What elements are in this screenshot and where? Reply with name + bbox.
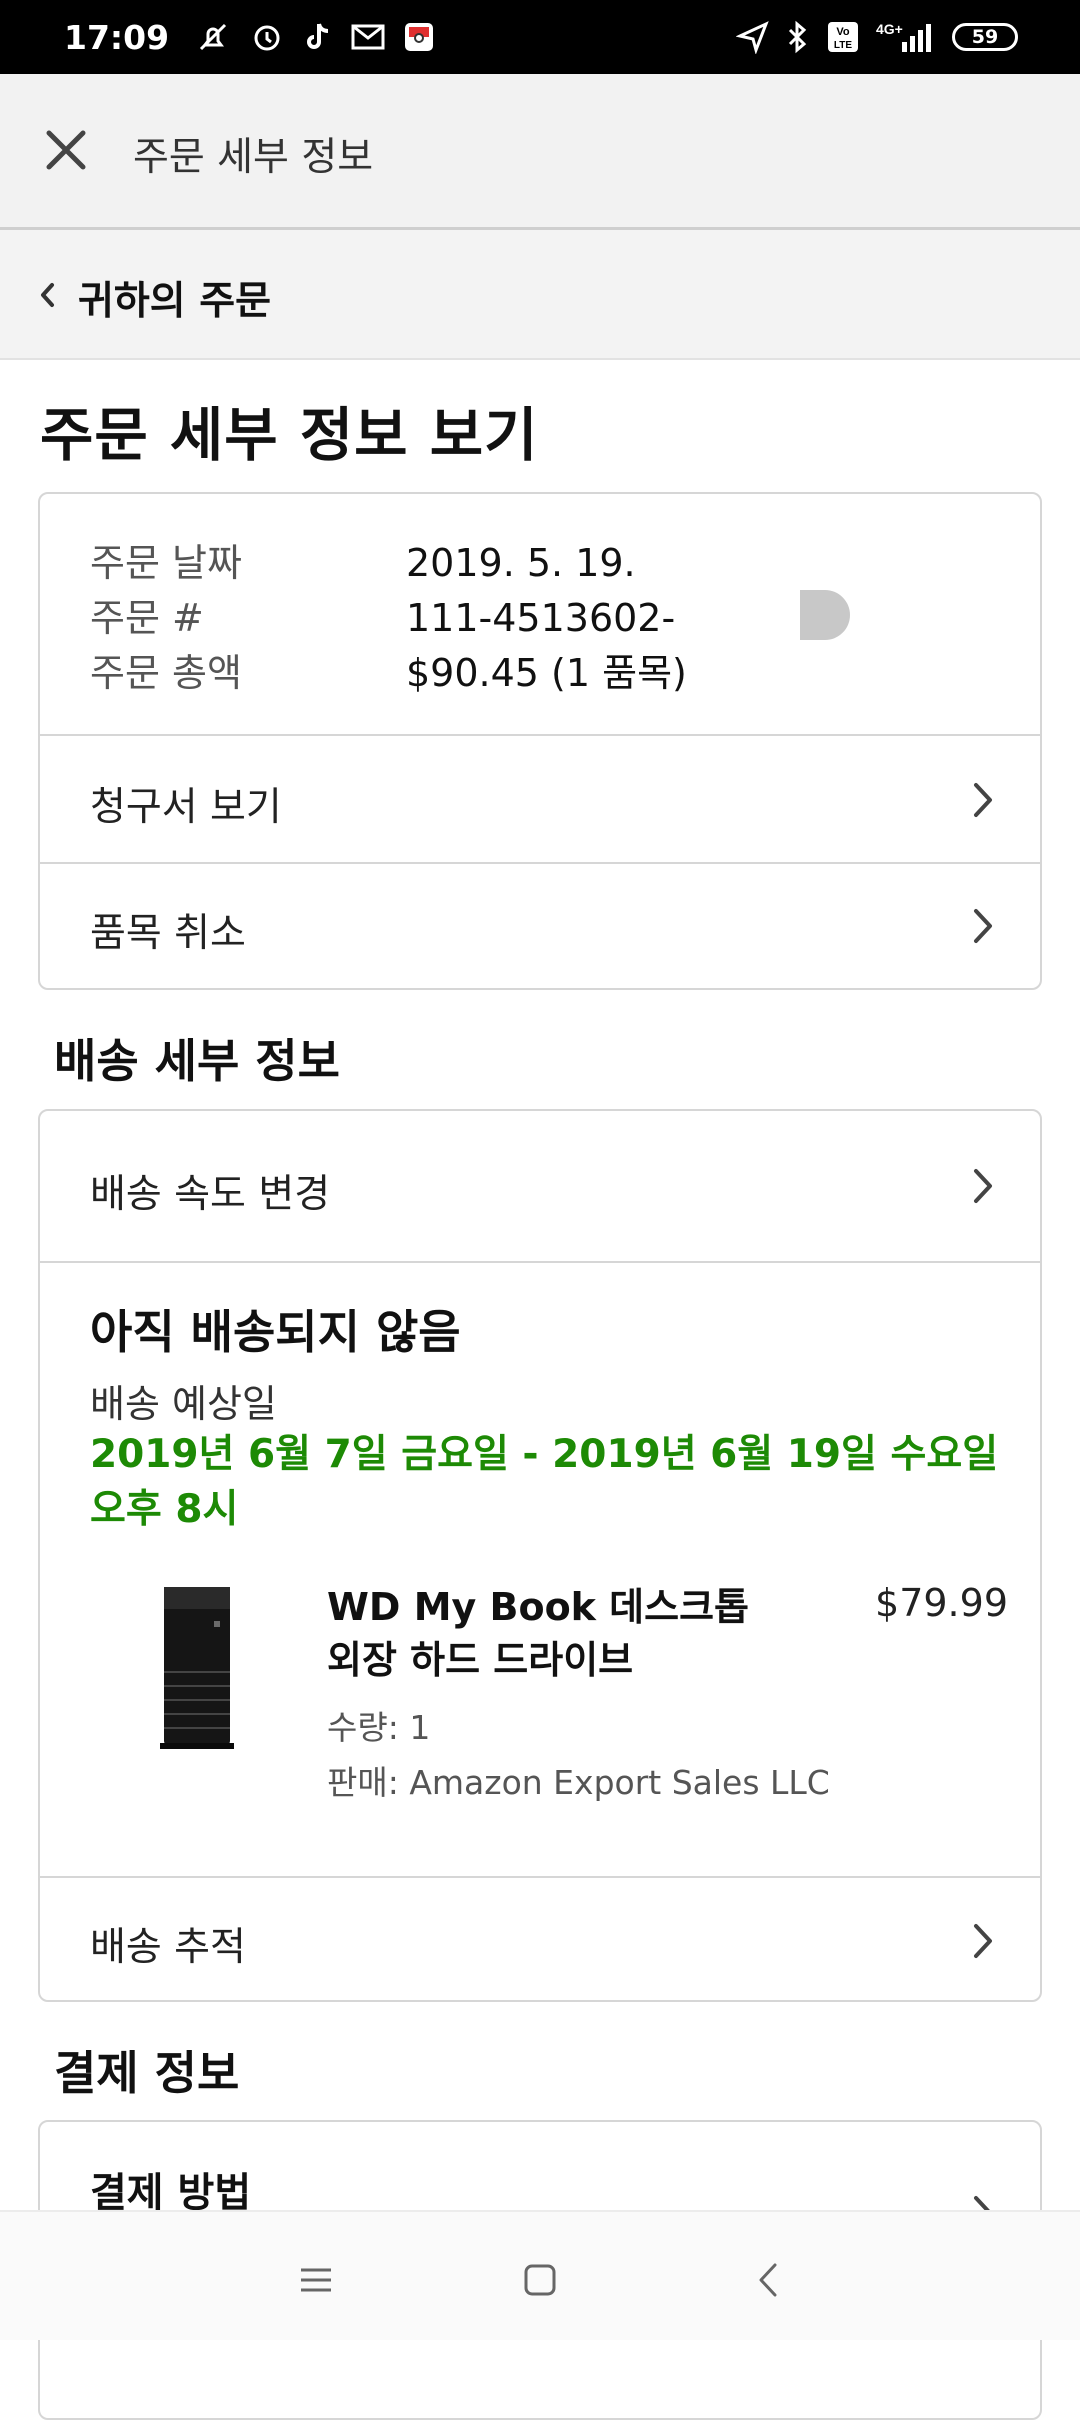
change-shipping-speed-row[interactable]: 배송 속도 변경 bbox=[40, 1111, 1040, 1261]
delivery-estimate-label: 배송 예상일 bbox=[90, 1382, 277, 1426]
chevron-right-icon bbox=[974, 1169, 992, 1203]
back-button[interactable] bbox=[748, 2260, 788, 2300]
shipping-card: 배송 속도 변경 아직 배송되지 않음 배송 예상일 2019년 6월 7일 금… bbox=[38, 1109, 1042, 2002]
system-navigation-bar bbox=[0, 2210, 1080, 2340]
svg-text:4G+: 4G+ bbox=[876, 21, 903, 37]
battery-indicator: 59 bbox=[952, 23, 1018, 51]
view-invoice-row[interactable]: 청구서 보기 bbox=[40, 734, 1040, 862]
payment-heading: 결제 정보 bbox=[54, 2046, 240, 2100]
location-icon bbox=[736, 21, 769, 54]
chevron-right-icon bbox=[974, 909, 992, 943]
breadcrumb[interactable]: 귀하의 주문 bbox=[0, 230, 1080, 360]
order-number-value: 111-4513602- bbox=[406, 596, 676, 640]
order-info: 주문 날짜 2019. 5. 19. 주문 # 111-4513602- 주문 총액… bbox=[90, 536, 687, 701]
app-bar-title: 주문 세부 정보 bbox=[133, 135, 374, 180]
order-number-label: 주문 # bbox=[90, 596, 204, 640]
svg-text:Vo: Vo bbox=[836, 26, 850, 38]
signal-icon: 4G+ bbox=[876, 21, 931, 52]
bluetooth-icon bbox=[788, 20, 807, 54]
product-quantity: 수량: 1 bbox=[327, 1708, 431, 1747]
mute-icon bbox=[199, 23, 227, 51]
cancel-items-row[interactable]: 품목 취소 bbox=[40, 862, 1040, 988]
chevron-left-icon bbox=[41, 283, 54, 307]
track-package-label: 배송 추적 bbox=[90, 1925, 246, 1970]
product-seller: 판매: Amazon Export Sales LLC bbox=[327, 1763, 830, 1802]
page-title: 주문 세부 정보 보기 bbox=[40, 401, 539, 469]
close-button[interactable] bbox=[40, 122, 92, 178]
home-button[interactable] bbox=[520, 2260, 560, 2300]
alarm-icon bbox=[254, 25, 280, 51]
view-invoice-label: 청구서 보기 bbox=[90, 785, 282, 830]
close-icon bbox=[46, 130, 86, 170]
gmail-icon bbox=[351, 24, 385, 50]
product-title[interactable]: WD My Book 데스크톱 외장 하드 드라이브 bbox=[327, 1581, 767, 1687]
order-date-value: 2019. 5. 19. bbox=[406, 541, 636, 585]
product-image[interactable] bbox=[150, 1581, 246, 1751]
recent-apps-button[interactable] bbox=[296, 2260, 336, 2300]
svg-text:LTE: LTE bbox=[834, 40, 852, 51]
home-square-icon bbox=[524, 2264, 556, 2296]
cancel-items-label: 품목 취소 bbox=[90, 911, 246, 956]
app-notification-icon bbox=[405, 23, 434, 51]
track-package-row[interactable]: 배송 추적 bbox=[40, 1876, 1040, 2000]
order-date-label: 주문 날짜 bbox=[90, 541, 242, 585]
order-total-value: $90.45 (1 품목) bbox=[406, 651, 687, 695]
order-summary-card: 주문 날짜 2019. 5. 19. 주문 # 111-4513602- 주문 총액… bbox=[38, 492, 1042, 990]
delivery-estimate-date: 2019년 6월 7일 금요일 - 2019년 6월 19일 수요일 오후 8시 bbox=[90, 1432, 999, 1532]
shipping-heading: 배송 세부 정보 bbox=[54, 1034, 340, 1088]
status-time: 17:09 bbox=[64, 17, 170, 57]
back-chevron-icon bbox=[759, 2263, 777, 2297]
redaction-mark bbox=[800, 590, 850, 640]
change-shipping-speed-label: 배송 속도 변경 bbox=[90, 1172, 331, 1217]
chevron-right-icon bbox=[974, 783, 992, 817]
product-price: $79.99 bbox=[875, 1581, 1008, 1625]
order-total-label: 주문 총액 bbox=[90, 651, 242, 695]
breadcrumb-label[interactable]: 귀하의 주문 bbox=[78, 270, 271, 326]
shipment-status: 아직 배송되지 않음 bbox=[90, 1305, 461, 1359]
tiktok-icon bbox=[307, 23, 329, 49]
top-app-bar: 주문 세부 정보 bbox=[0, 74, 1080, 230]
status-bar: 17:09 Vo LTE 4G+ 59 bbox=[0, 0, 1080, 74]
menu-icon bbox=[301, 2268, 331, 2292]
chevron-right-icon bbox=[974, 1924, 992, 1958]
volte-icon: Vo LTE bbox=[828, 22, 858, 52]
